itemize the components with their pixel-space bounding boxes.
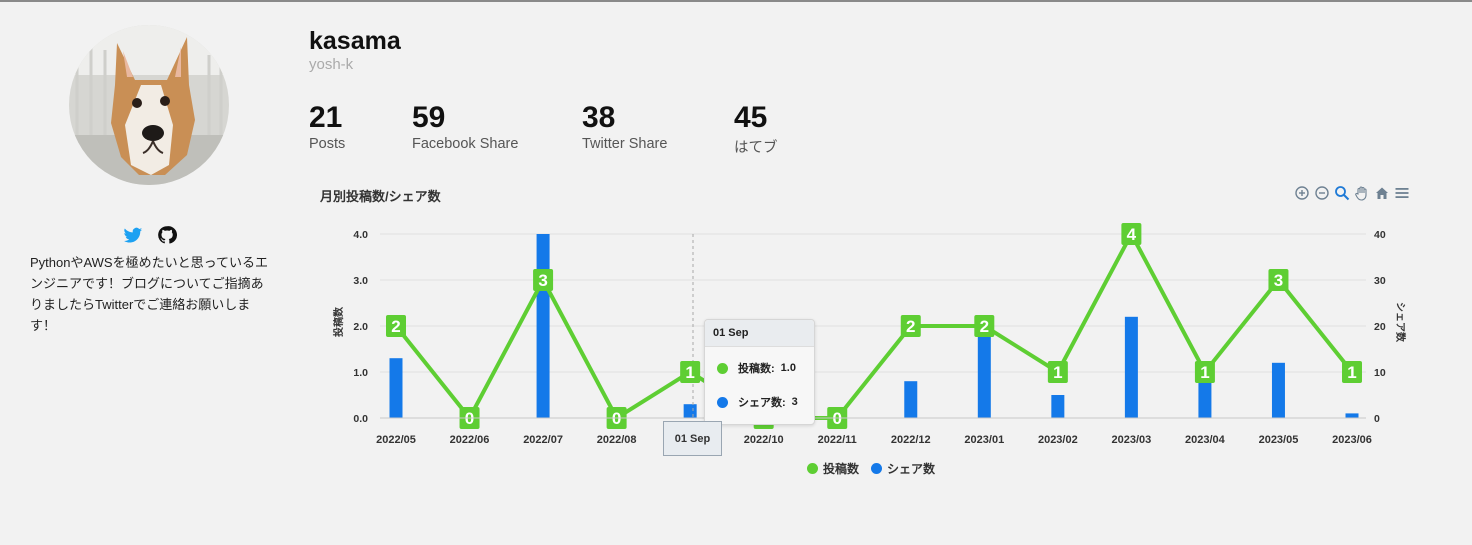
y-axis-left-label: 投稿数: [332, 306, 345, 337]
y-tick-right: 30: [1374, 275, 1386, 287]
data-label-text: 1: [685, 363, 694, 382]
share-bar[interactable]: [536, 234, 550, 418]
legend-marker: [807, 463, 818, 474]
data-label-text: 1: [1200, 363, 1209, 382]
legend-label: 投稿数: [823, 462, 860, 476]
tooltip-value: 3: [791, 396, 798, 408]
x-tick-label: 2022/05: [376, 434, 416, 446]
share-bar[interactable]: [1345, 413, 1359, 418]
x-tick-label: 2023/02: [1038, 434, 1078, 446]
share-bar[interactable]: [1198, 381, 1212, 418]
share-bar[interactable]: [904, 381, 918, 418]
x-tick-label: 2023/05: [1259, 434, 1299, 446]
x-tick-label: 2023/03: [1112, 434, 1152, 446]
data-label-text: 3: [1274, 271, 1283, 290]
share-bar[interactable]: [1051, 395, 1065, 418]
chart-legend: 投稿数 シェア数: [807, 460, 935, 477]
y-tick-right: 40: [1374, 229, 1386, 241]
share-bar[interactable]: [389, 358, 403, 418]
y-tick-right: 20: [1374, 321, 1386, 333]
legend-marker: [871, 463, 883, 474]
y-tick-right: 10: [1374, 367, 1386, 379]
x-tick-label: 2022/06: [450, 434, 490, 446]
y-tick-right: 0: [1374, 413, 1380, 425]
data-label-text: 2: [980, 317, 989, 336]
x-tick-label: 2023/01: [964, 434, 1004, 446]
share-bar[interactable]: [683, 404, 697, 418]
share-bar[interactable]: [1271, 362, 1285, 418]
x-axis-tooltip: 01 Sep: [663, 421, 722, 456]
y-tick-left: 1.0: [353, 367, 368, 379]
chart-svg: 20301002214131 0.01.02.03.04.00102030402…: [332, 223, 1407, 446]
data-label-text: 3: [538, 271, 547, 290]
posts-data-label: 1: [1194, 361, 1215, 383]
x-tick-label: 2022/12: [891, 434, 931, 446]
x-tick-label: 2022/08: [597, 434, 637, 446]
posts-data-label: 1: [1342, 361, 1362, 383]
y-tick-left: 3.0: [353, 275, 368, 287]
legend-label: シェア数: [887, 462, 936, 476]
legend-item-posts[interactable]: 投稿数: [807, 460, 859, 477]
x-tick-label: 2022/11: [818, 434, 857, 446]
data-label-text: 2: [906, 317, 915, 336]
x-tick-label: 2023/06: [1332, 434, 1372, 446]
posts-data-label: 2: [900, 315, 921, 337]
y-tick-left: 2.0: [353, 321, 368, 333]
x-tick-label: 2022/07: [523, 434, 563, 446]
y-tick-left: 4.0: [353, 229, 368, 241]
posts-data-label: 2: [386, 315, 406, 337]
tooltip-label: 投稿数:: [738, 363, 775, 375]
tooltip-row-posts: 投稿数: 1.0: [717, 360, 796, 376]
data-label-text: 1: [1347, 363, 1356, 382]
posts-data-label: 1: [1047, 361, 1068, 383]
posts-data-label: 3: [1268, 269, 1289, 291]
data-label-text: 4: [1127, 225, 1137, 244]
posts-data-label: 1: [680, 361, 701, 383]
y-axis-right-label: シェア数: [1394, 302, 1407, 343]
posts-data-label: 2: [974, 315, 995, 337]
x-tick-label: 2023/04: [1185, 434, 1226, 446]
tooltip-label: シェア数:: [738, 397, 786, 409]
tooltip-header: 01 Sep: [705, 320, 814, 347]
legend-item-shares[interactable]: シェア数: [871, 460, 935, 477]
data-label-text: 2: [391, 317, 400, 336]
tooltip-row-shares: シェア数: 3: [717, 394, 798, 410]
x-tick-label: 2022/10: [744, 434, 784, 446]
posts-data-label: 4: [1121, 223, 1142, 245]
posts-dot-icon: [717, 362, 728, 374]
tooltip-value: 1.0: [780, 362, 796, 374]
shares-dot-icon: [717, 396, 728, 408]
chart-tooltip: 01 Sep 投稿数: 1.0 シェア数: 3: [704, 319, 815, 425]
y-tick-left: 0.0: [353, 413, 368, 425]
data-label-text: 1: [1053, 363, 1062, 382]
share-bar[interactable]: [977, 335, 991, 418]
share-bar[interactable]: [1124, 316, 1138, 418]
posts-data-label: 3: [533, 269, 554, 291]
